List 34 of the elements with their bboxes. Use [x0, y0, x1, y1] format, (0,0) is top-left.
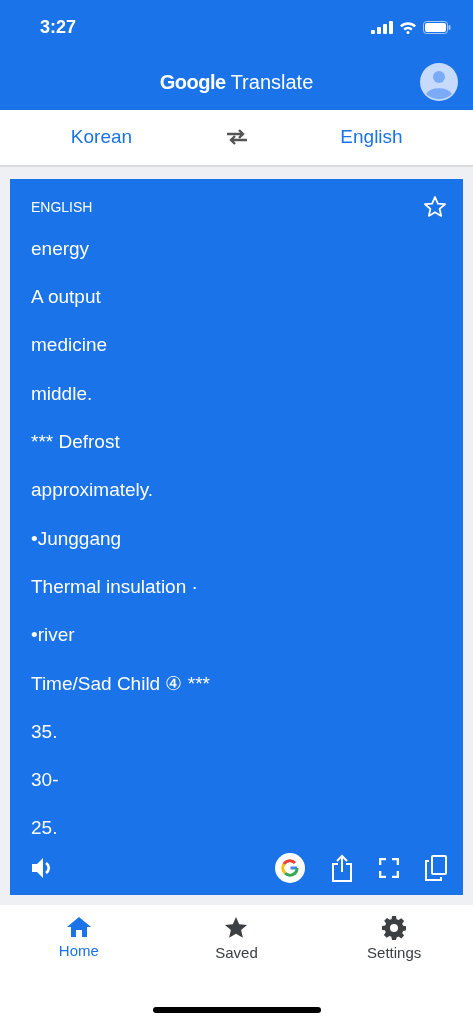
share-icon[interactable] — [331, 853, 353, 882]
status-time: 3:27 — [40, 17, 77, 38]
google-logo-icon[interactable] — [275, 852, 305, 883]
nav-tab[interactable]: Home — [23, 914, 134, 981]
translation-line: middle. — [31, 381, 94, 406]
brand-name: Google — [159, 71, 226, 94]
source-language-button[interactable]: Korean — [21, 120, 182, 155]
translation-line: approximately. — [31, 478, 155, 503]
home-icon — [65, 915, 92, 938]
avatar-icon[interactable] — [420, 63, 458, 101]
settings-icon — [382, 915, 407, 940]
language-label: ENGLISH — [31, 198, 93, 215]
app-title: Translate — [230, 71, 314, 94]
star-icon[interactable] — [423, 194, 447, 219]
nav-tab[interactable]: Settings — [339, 914, 450, 981]
translation-line: 35. — [31, 719, 59, 744]
copy-icon[interactable] — [425, 854, 447, 881]
translation-line: *** Defrost — [31, 430, 121, 455]
translation-line: Thermal insulation · — [31, 574, 199, 599]
nav-tab[interactable]: Saved — [181, 914, 292, 981]
translation-line: •river — [31, 623, 76, 648]
battery-icon — [423, 21, 451, 34]
translation-line: •Junggang — [31, 526, 123, 551]
translation-line: energy — [31, 236, 91, 261]
swap-icon[interactable] — [224, 128, 249, 147]
translation-line: 30- — [31, 768, 60, 793]
target-language-button[interactable]: English — [291, 120, 452, 155]
translation-line: medicine — [31, 333, 109, 358]
wifi-icon — [399, 21, 417, 34]
translation-line: A output — [31, 285, 102, 310]
fullscreen-icon[interactable] — [379, 857, 399, 878]
signal-icon — [371, 21, 393, 34]
translation-line: 25. — [31, 816, 59, 841]
translation-line: Time/Sad Child ④ *** — [31, 671, 211, 696]
